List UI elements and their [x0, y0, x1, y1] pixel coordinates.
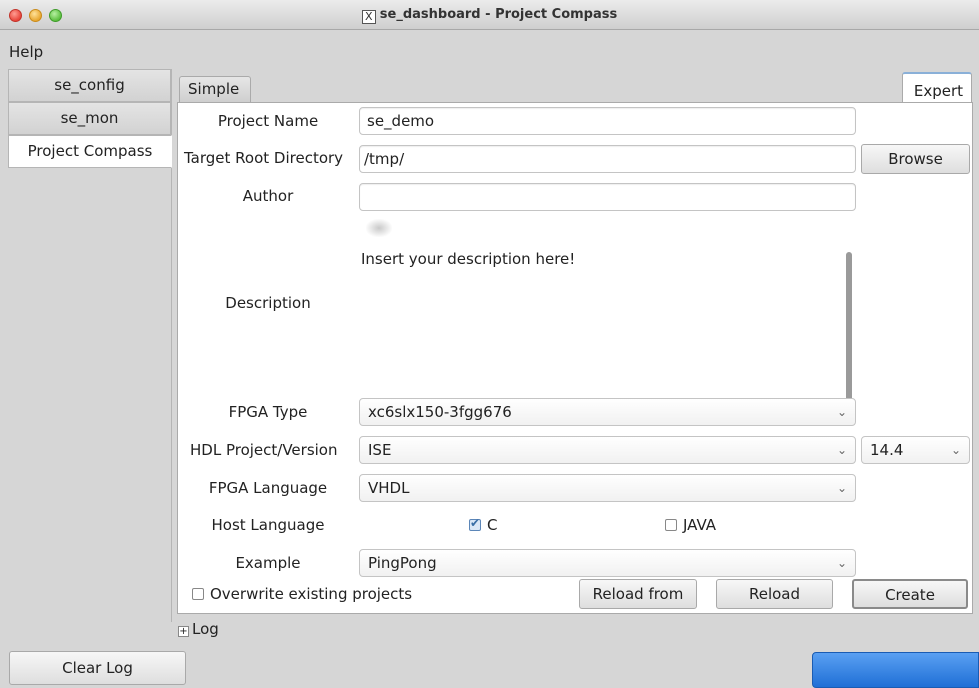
host-c-checkbox[interactable]: C	[469, 516, 497, 534]
description-label: Description	[225, 294, 311, 312]
project-name-label: Project Name	[217, 112, 319, 130]
chevron-down-icon: ⌄	[950, 443, 961, 457]
tab-se-config[interactable]: se_config	[8, 69, 171, 102]
hdl-version-value: 14.4	[870, 441, 904, 459]
log-label: Log	[192, 620, 219, 638]
chevron-down-icon: ⌄	[836, 405, 847, 419]
target-root-label: Target Root Directory	[184, 149, 344, 167]
tab-project-compass[interactable]: Project Compass	[8, 135, 172, 168]
project-compass-panel: Simple Expert Project Name se_demo Targe…	[175, 70, 979, 614]
project-name-input[interactable]: se_demo	[359, 107, 856, 135]
chevron-down-icon: ⌄	[836, 481, 847, 495]
window-title-area: Xse_dashboard - Project Compass	[0, 7, 979, 24]
example-label: Example	[235, 554, 301, 572]
menu-bar: Help	[0, 30, 979, 68]
tab-simple[interactable]: Simple	[179, 76, 251, 102]
hdl-version-select[interactable]: 14.4 ⌄	[861, 436, 970, 464]
expand-plus-icon: +	[178, 626, 189, 637]
example-select[interactable]: PingPong ⌄	[359, 549, 856, 577]
create-button[interactable]: Create	[852, 579, 968, 609]
checkmark-icon	[469, 516, 481, 531]
log-toggle[interactable]: + Log	[178, 620, 219, 638]
author-input[interactable]	[359, 183, 856, 211]
reload-from-button[interactable]: Reload from	[579, 579, 697, 609]
checkbox-empty-icon	[665, 519, 677, 531]
example-value: PingPong	[368, 554, 437, 572]
host-language-label: Host Language	[211, 516, 325, 534]
clear-log-button[interactable]: Clear Log	[9, 651, 186, 685]
host-java-label: JAVA	[683, 516, 717, 534]
checkbox-empty-icon	[192, 588, 204, 600]
tab-se-mon[interactable]: se_mon	[8, 102, 171, 135]
host-c-label: C	[487, 516, 498, 534]
chevron-down-icon: ⌄	[836, 556, 847, 570]
title-bar: Xse_dashboard - Project Compass	[0, 0, 979, 30]
fpga-type-select[interactable]: xc6slx150-3fgg676 ⌄	[359, 398, 856, 426]
hdl-project-version-label: HDL Project/Version	[190, 441, 338, 459]
fpga-type-label: FPGA Type	[228, 403, 308, 421]
host-java-checkbox[interactable]: JAVA	[665, 516, 716, 534]
left-tab-bar: se_config se_mon Project Compass	[8, 69, 172, 622]
author-label: Author	[242, 187, 294, 205]
fpga-type-value: xc6slx150-3fgg676	[368, 403, 512, 421]
fpga-language-value: VHDL	[368, 479, 410, 497]
tab-expert[interactable]: Expert	[902, 72, 972, 103]
hdl-project-value: ISE	[368, 441, 392, 459]
fpga-language-select[interactable]: VHDL ⌄	[359, 474, 856, 502]
chevron-down-icon: ⌄	[836, 443, 847, 457]
fpga-language-label: FPGA Language	[208, 479, 328, 497]
description-scrollbar[interactable]	[846, 252, 852, 418]
reload-button[interactable]: Reload	[716, 579, 833, 609]
progress-blue-button[interactable]	[812, 652, 979, 688]
overwrite-checkbox[interactable]: Overwrite existing projects	[192, 585, 412, 603]
x11-app-icon: X	[361, 10, 376, 24]
hdl-project-select[interactable]: ISE ⌄	[359, 436, 856, 464]
window-title: se_dashboard - Project Compass	[379, 7, 618, 22]
form-area: Project Name se_demo Target Root Directo…	[177, 102, 973, 614]
browse-button[interactable]: Browse	[861, 144, 970, 174]
bottom-bar: Clear Log	[0, 646, 979, 688]
author-value-redacted	[366, 219, 392, 237]
description-textarea[interactable]: Insert your description here!	[361, 250, 856, 422]
menu-help[interactable]: Help	[9, 43, 43, 61]
description-text: Insert your description here!	[361, 250, 576, 268]
target-root-input[interactable]: /tmp/	[359, 145, 856, 173]
overwrite-label: Overwrite existing projects	[210, 585, 413, 603]
